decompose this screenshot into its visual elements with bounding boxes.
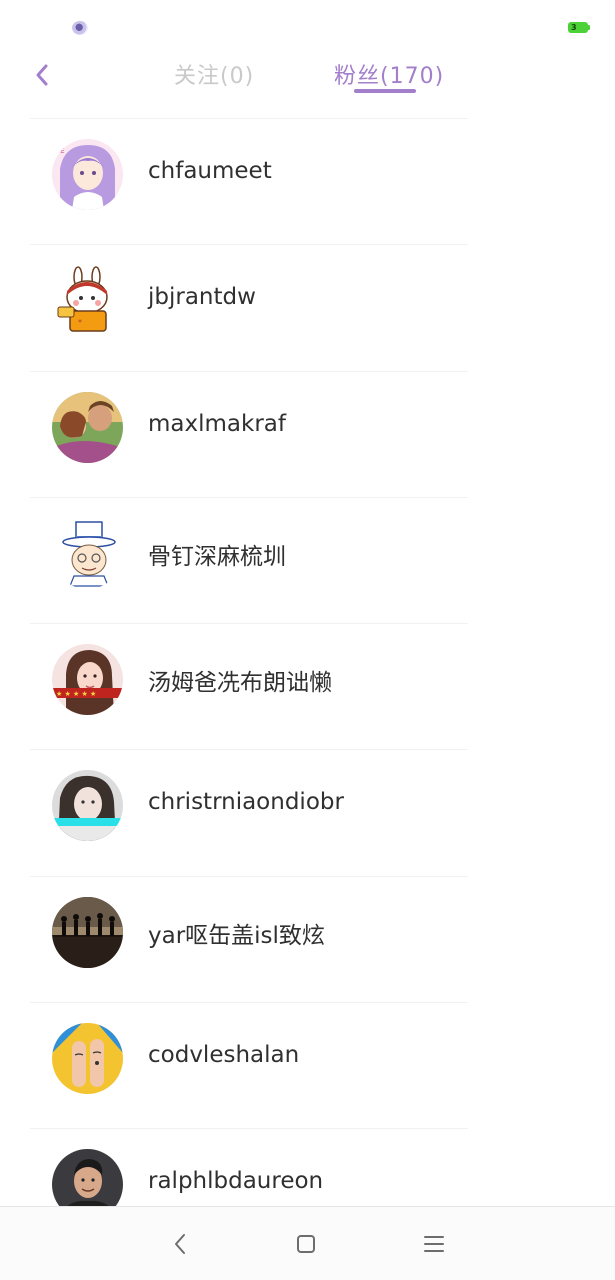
avatar[interactable] [52,896,123,968]
svg-text:*: * [78,318,82,327]
girl-portrait-avatar [52,770,123,842]
username[interactable]: christrniaondiobr [148,789,344,815]
username[interactable]: yar呕缶盖isl致炫 [148,916,325,950]
svg-text:★ ★ ★ ★ ★: ★ ★ ★ ★ ★ [56,690,96,698]
list-item[interactable]: codvleshalan [0,1002,615,1128]
battery-icon: 3 [568,22,590,33]
back-icon [175,1234,185,1254]
chevron-left-icon [36,64,48,86]
list-item[interactable]: 骨钉深麻梳圳 [0,496,615,623]
fans-list: IE chfaumeet * jbjrantdw maxlmakraf 骨钉深麻… [0,118,615,1255]
list-item[interactable]: IE chfaumeet [0,118,615,244]
tab-fans[interactable]: 粉丝(170) [334,58,444,90]
finger-faces-avatar [52,1023,123,1095]
username[interactable]: jbjrantdw [148,284,256,310]
tab-following[interactable]: 关注(0) [174,58,254,90]
active-tab-indicator [354,89,416,93]
username[interactable]: chfaumeet [148,158,272,184]
list-item[interactable]: ★ ★ ★ ★ ★ 汤姆爸冼布朗诎懒 [0,623,615,749]
anime-girl-avatar: IE [52,139,123,210]
avatar[interactable]: * [52,265,123,337]
menu-icon [424,1236,444,1252]
fans-screen: 3 关注(0) 粉丝(170) IE chfaumeet * jbjrantdw… [0,0,615,1280]
bunny-cartoon-avatar: * [52,265,123,337]
silhouettes-sunset-avatar [52,896,123,968]
list-item[interactable]: maxlmakraf [0,370,615,497]
nav-menu-button[interactable] [419,1229,449,1259]
home-icon [297,1235,315,1253]
kid-top-hat-cartoon-avatar [52,517,123,589]
girl-photo-avatar: ★ ★ ★ ★ ★ [52,644,123,716]
notification-icon [72,21,88,35]
couple-photo-avatar [52,391,123,463]
username[interactable]: ralphlbdaureon [148,1168,323,1194]
list-item[interactable]: yar呕缶盖isl致炫 [0,875,615,1002]
avatar[interactable]: IE [52,139,123,210]
nav-back-button[interactable] [166,1229,196,1259]
back-button[interactable] [28,60,58,90]
svg-text:IE: IE [58,147,65,155]
avatar[interactable] [52,1023,123,1095]
username[interactable]: maxlmakraf [148,411,286,437]
list-item[interactable]: * jbjrantdw [0,244,615,370]
username[interactable]: 骨钉深麻梳圳 [148,537,286,571]
avatar[interactable] [52,391,123,463]
username[interactable]: codvleshalan [148,1042,299,1068]
username[interactable]: 汤姆爸冼布朗诎懒 [148,663,332,697]
header: 关注(0) 粉丝(170) [0,52,615,118]
avatar[interactable] [52,517,123,589]
avatar[interactable]: ★ ★ ★ ★ ★ [52,644,123,716]
nav-home-button[interactable] [291,1229,321,1259]
system-nav-bar [0,1206,615,1280]
avatar[interactable] [52,770,123,842]
status-bar: 3 [0,0,615,52]
list-item[interactable]: christrniaondiobr [0,749,615,875]
